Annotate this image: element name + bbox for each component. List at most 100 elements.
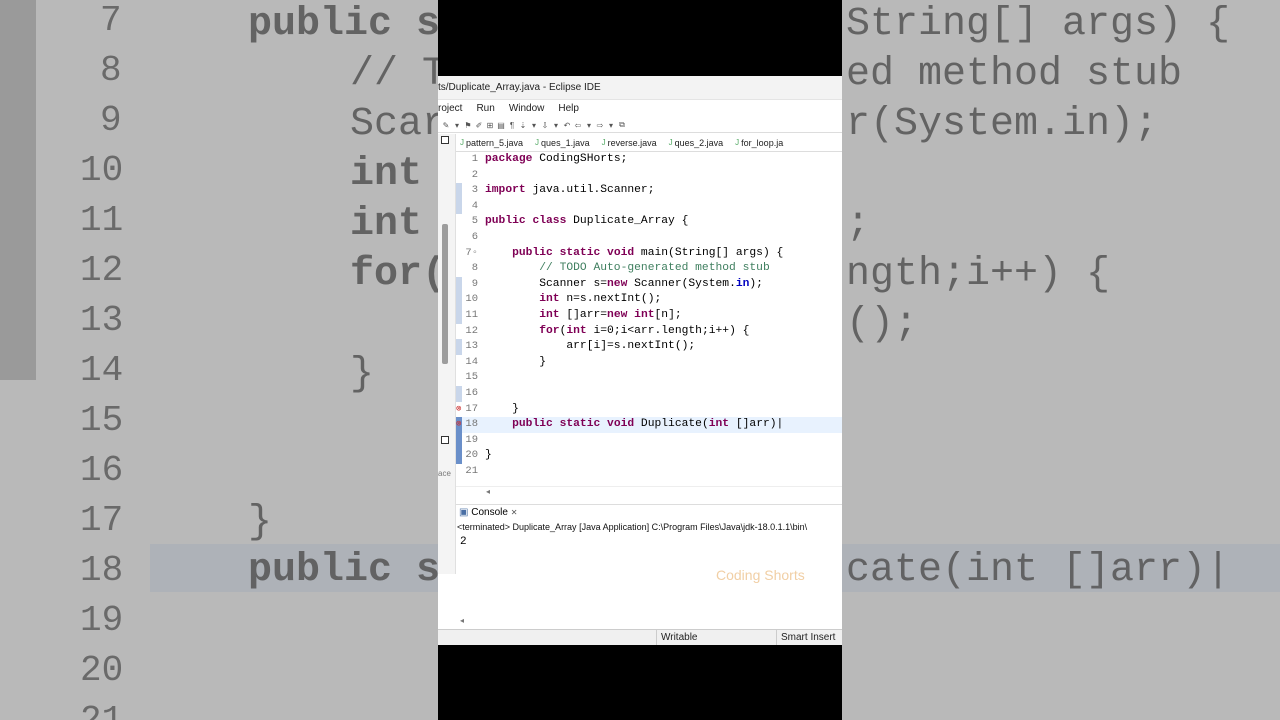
console-horizontal-scrollbar[interactable]: ◂: [456, 616, 842, 628]
line-number: 13: [465, 340, 478, 353]
whitespace-icon[interactable]: ¶: [508, 121, 516, 130]
next-annotation-icon[interactable]: ⇩: [541, 121, 549, 130]
code-line[interactable]: 3 import java.util.Scanner;: [456, 183, 842, 199]
toolbar: ✎ ▾ ⚑ ✐ ⊞ ▤ ¶ ⇣ ▾ ⇩ ▾ ↶ ⇦ ▾ ⇨ ▾ ⧉: [438, 118, 842, 133]
code-line[interactable]: 2: [456, 168, 842, 184]
annotation-icon[interactable]: ⇣: [519, 121, 527, 130]
code-line[interactable]: 10 int n=s.nextInt();: [456, 292, 842, 308]
code-line[interactable]: 6: [456, 230, 842, 246]
tab-for-loop[interactable]: Jfor_loop.ja: [731, 134, 791, 151]
console-icon: ▣: [459, 507, 469, 518]
line-number: 7◦: [465, 246, 478, 259]
bg-line-number: 15: [80, 400, 124, 441]
bg-code-line: String[] args) {: [846, 2, 1231, 47]
bg-line-number: 18: [80, 550, 124, 591]
mark-icon[interactable]: ⊞: [486, 121, 494, 130]
tab-label: ques_1.java: [541, 137, 590, 148]
line-number: 20: [465, 449, 478, 462]
menu-window[interactable]: Window: [509, 100, 551, 118]
code-text: int n=s.nextInt();: [539, 293, 662, 306]
code-line[interactable]: 16: [456, 386, 842, 402]
tab-pattern-5[interactable]: Jpattern_5.java: [456, 134, 531, 151]
console-tab[interactable]: ▣ Console ✕: [456, 504, 842, 520]
code-editor[interactable]: 1 package CodingSHorts; 2 3 import java.util…: [456, 152, 842, 484]
java-file-icon: J: [460, 137, 464, 147]
bg-code-line: int: [350, 202, 423, 247]
background-zoom-right: String[] args) { ed method stub r(System…: [842, 0, 1280, 720]
tab-ques-2[interactable]: Jques_2.java: [665, 134, 732, 151]
forward-icon[interactable]: ⇨: [596, 121, 604, 130]
bg-code-line: ();: [846, 302, 919, 347]
dropdown-icon[interactable]: ▾: [552, 121, 560, 130]
line-number: 1: [471, 153, 478, 165]
menu-run[interactable]: Run: [476, 100, 500, 118]
code-line[interactable]: 14 }: [456, 355, 842, 371]
pin-icon[interactable]: ✎: [442, 121, 450, 130]
code-line[interactable]: 13 arr[i]=s.nextInt();: [456, 339, 842, 355]
highlight-icon[interactable]: ✐: [475, 121, 483, 130]
pin-editor-icon[interactable]: ⧉: [618, 120, 626, 130]
bg-line-number: 16: [80, 450, 124, 491]
back-history-icon[interactable]: ⇦: [574, 121, 582, 130]
code-line[interactable]: 9 Scanner s=new Scanner(System.in);: [456, 276, 842, 293]
console-title: Console: [471, 507, 508, 518]
bg-code-line: ngth;i++) {: [846, 252, 1111, 297]
bg-code-line: ;: [846, 202, 871, 247]
dropdown-icon[interactable]: ▾: [607, 121, 615, 130]
panel-scrollbar[interactable]: [442, 224, 448, 364]
bg-code-line: // T: [350, 52, 438, 97]
code-line[interactable]: 19: [456, 432, 842, 449]
code-line[interactable]: 5 public class Duplicate_Array {: [456, 214, 842, 230]
code-text: }: [485, 402, 519, 415]
bg-code-line: public s: [248, 548, 438, 593]
bg-code-line: r(System.in);: [846, 102, 1159, 147]
back-icon[interactable]: ↶: [563, 121, 571, 130]
code-line[interactable]: 7◦ public static void main(String[] args…: [456, 246, 842, 262]
bg-code-line: int: [350, 152, 423, 197]
dropdown-icon[interactable]: ▾: [530, 121, 538, 130]
tab-ques-1[interactable]: Jques_1.java: [531, 134, 598, 151]
code-line[interactable]: 4: [456, 198, 842, 215]
tab-label: for_loop.ja: [741, 137, 784, 148]
java-file-icon: J: [735, 137, 740, 147]
code-line[interactable]: 8 // TODO Auto-generated method stub: [456, 261, 842, 277]
java-file-icon: J: [535, 137, 540, 147]
panel-label: ace: [438, 469, 451, 478]
code-text: }: [485, 355, 547, 368]
code-line[interactable]: 12 for(int i=0;i<arr.length;i++) {: [456, 324, 842, 340]
menu-project[interactable]: roject: [438, 100, 468, 118]
block-icon[interactable]: ▤: [497, 121, 505, 130]
code-line[interactable]: 20}: [456, 448, 842, 464]
line-number: 14: [465, 355, 478, 368]
code-line[interactable]: 15: [456, 370, 842, 386]
tab-reverse[interactable]: Jreverse.java: [598, 134, 665, 151]
restore-icon[interactable]: [441, 436, 449, 444]
code-line[interactable]: 17 ⊗ }: [456, 402, 842, 418]
line-number: 6: [471, 231, 478, 243]
tab-label: pattern_5.java: [466, 137, 524, 148]
line-number: 16: [465, 387, 478, 399]
bg-line-number: 20: [80, 650, 124, 691]
code-line[interactable]: 18 ⊗ public static void Duplicate(int []a…: [456, 417, 842, 433]
minimize-icon[interactable]: [441, 136, 449, 144]
code-text: }: [485, 449, 492, 462]
code-line[interactable]: 11 int []arr=new int[n];: [456, 308, 842, 324]
close-icon[interactable]: ✕: [511, 508, 518, 517]
code-line[interactable]: 21: [456, 464, 842, 480]
dropdown-icon[interactable]: ▾: [585, 121, 593, 130]
line-number: 9: [471, 277, 478, 290]
error-icon[interactable]: ⊗: [456, 417, 461, 433]
watermark: Coding Shorts: [716, 567, 805, 583]
bg-code-line: for(: [350, 252, 438, 297]
background-gutter: [0, 0, 36, 380]
error-icon[interactable]: ⊗: [456, 402, 461, 418]
code-text: for(int i=0;i<arr.length;i++) {: [539, 324, 750, 337]
console-output[interactable]: 2: [460, 536, 467, 548]
toggle-icon[interactable]: ⚑: [464, 121, 472, 130]
line-number: 10: [465, 293, 478, 306]
code-line[interactable]: 1 package CodingSHorts;: [456, 152, 842, 168]
code-text: int []arr=new int[n];: [539, 309, 682, 321]
editor-horizontal-scrollbar[interactable]: ◂: [456, 486, 842, 498]
menu-help[interactable]: Help: [558, 100, 585, 118]
dropdown-icon[interactable]: ▾: [453, 121, 461, 130]
